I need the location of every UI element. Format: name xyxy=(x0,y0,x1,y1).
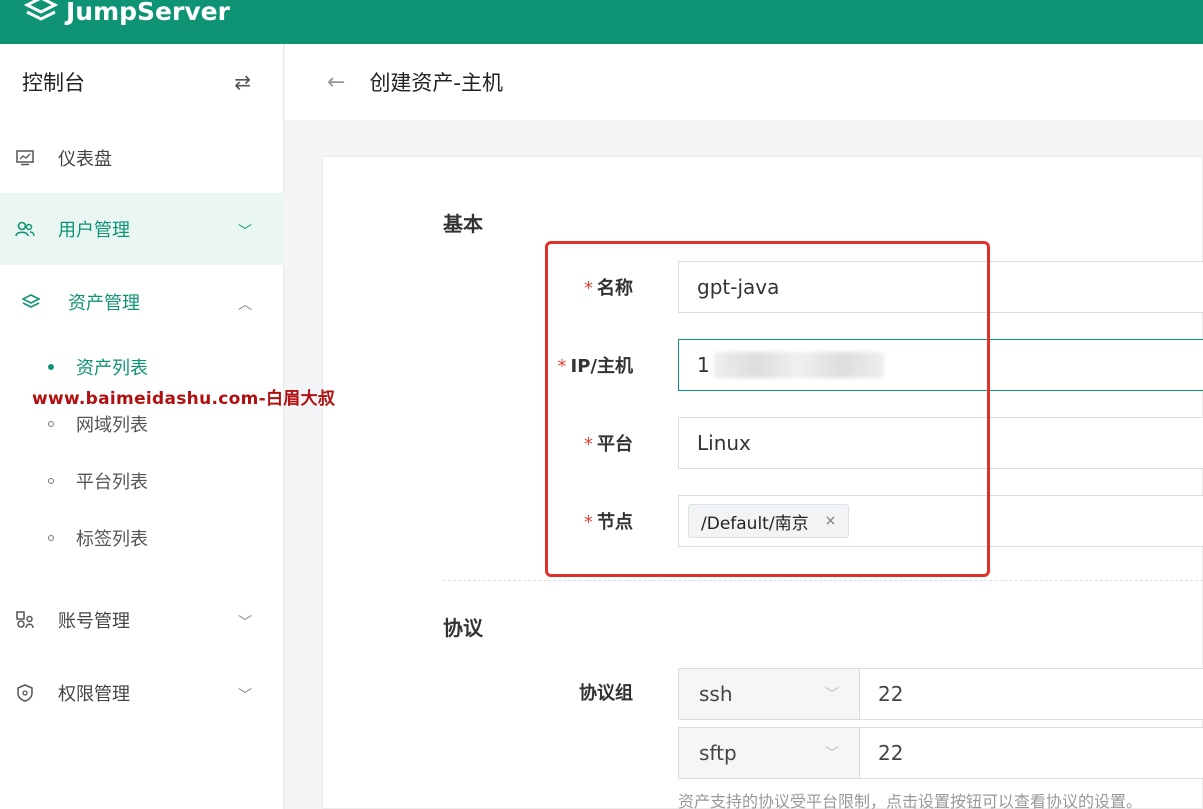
chevron-up-icon: ︿ xyxy=(238,297,252,313)
required-mark: * xyxy=(584,512,593,533)
bullet-icon xyxy=(48,535,54,541)
field-label-name: * 名称 xyxy=(523,274,633,300)
logo[interactable]: JumpServer xyxy=(24,0,230,26)
label-text: 节点 xyxy=(597,512,633,533)
brand-name: JumpServer xyxy=(66,0,230,26)
sidebar-subitem-label: 平台列表 xyxy=(76,472,148,493)
section-divider xyxy=(443,580,1203,581)
sidebar-item-asset-management[interactable]: 资产管理 ︿ xyxy=(0,272,284,332)
field-label-ip: * IP/主机 xyxy=(523,352,633,378)
sidebar-item-label: 仪表盘 xyxy=(58,149,112,170)
sidebar-item-account-management[interactable]: 账号管理 ﹀ xyxy=(0,590,284,650)
required-mark: * xyxy=(584,278,593,299)
tag-close-icon[interactable]: × xyxy=(825,513,837,529)
bullet-icon xyxy=(48,364,54,370)
dashboard-icon xyxy=(14,147,36,169)
sidebar: 控制台 ⇄ 仪表盘 用户管理 ﹀ 资产管理 ︿ 资产列表 网域列表 平台列表 标… xyxy=(0,44,284,809)
protocol-port-input[interactable]: 22 xyxy=(860,727,1203,779)
bullet-icon xyxy=(48,478,54,484)
chevron-down-icon: ﹀ xyxy=(238,224,252,240)
section-title-basic: 基本 xyxy=(443,212,483,236)
required-mark: * xyxy=(584,434,593,455)
label-text: 平台 xyxy=(597,434,633,455)
platform-input[interactable]: Linux xyxy=(678,417,1203,469)
sidebar-subitem-label: 标签列表 xyxy=(76,529,148,550)
bullet-icon xyxy=(48,421,54,427)
chevron-down-icon: ﹀ xyxy=(238,688,252,704)
sidebar-item-label: 账号管理 xyxy=(58,611,130,632)
sidebar-item-permission-management[interactable]: 权限管理 ﹀ xyxy=(0,663,284,723)
sidebar-subitem-label: 资产列表 xyxy=(76,358,148,379)
protocol-select[interactable]: ssh ﹀ xyxy=(678,668,860,720)
chevron-down-icon: ﹀ xyxy=(825,687,839,703)
chevron-down-icon: ﹀ xyxy=(825,746,839,762)
ip-input-value: 1 xyxy=(697,353,710,377)
ip-host-input[interactable]: 1 xyxy=(678,339,1203,391)
protocol-port-input[interactable]: 22 xyxy=(860,668,1203,720)
sidebar-subitem-asset-list[interactable]: 资产列表 xyxy=(48,352,148,382)
node-select[interactable]: /Default/南京 × xyxy=(678,495,1203,547)
account-icon xyxy=(14,609,36,631)
sidebar-subitem-domain-list[interactable]: 网域列表 xyxy=(48,409,148,439)
sidebar-item-label: 权限管理 xyxy=(58,684,130,705)
sidebar-item-label: 资产管理 xyxy=(68,293,140,314)
back-arrow-icon[interactable]: ← xyxy=(327,70,345,95)
watermark: www.baimeidashu.com-白眉大叔 xyxy=(32,389,336,409)
jumpserver-logo-icon xyxy=(24,0,58,26)
protocol-select-value: sftp xyxy=(699,741,737,765)
label-text: IP/主机 xyxy=(570,356,633,377)
sidebar-item-dashboard[interactable]: 仪表盘 xyxy=(0,128,284,188)
node-tag: /Default/南京 × xyxy=(688,504,850,538)
sidebar-item-user-management[interactable]: 用户管理 ﹀ xyxy=(0,193,284,265)
section-title-protocol: 协议 xyxy=(443,616,483,640)
required-mark: * xyxy=(557,356,567,377)
protocol-select-value: ssh xyxy=(699,682,733,706)
top-bar: JumpServer xyxy=(0,0,1203,44)
sidebar-subitem-label-list[interactable]: 标签列表 xyxy=(48,523,148,553)
sidebar-title: 控制台 xyxy=(22,71,85,95)
sidebar-header: 控制台 ⇄ xyxy=(0,44,283,120)
platform-input-value: Linux xyxy=(697,431,751,455)
protocol-select[interactable]: sftp ﹀ xyxy=(678,727,860,779)
node-tag-label: /Default/南京 xyxy=(701,513,809,534)
protocol-port-value: 22 xyxy=(878,682,904,706)
shield-icon xyxy=(14,682,36,704)
sidebar-subitem-label: 网域列表 xyxy=(76,415,148,436)
name-input[interactable]: gpt-java xyxy=(678,261,1203,313)
protocol-row: ssh ﹀ 22 xyxy=(678,668,1203,720)
protocol-row: sftp ﹀ 22 xyxy=(678,727,1203,779)
users-icon xyxy=(14,218,36,240)
protocol-port-value: 22 xyxy=(878,741,904,765)
field-label-node: * 节点 xyxy=(523,508,633,534)
label-text: 名称 xyxy=(597,278,633,299)
field-label-platform: * 平台 xyxy=(523,430,633,456)
sidebar-item-label: 用户管理 xyxy=(58,220,130,241)
sidebar-subitem-platform-list[interactable]: 平台列表 xyxy=(48,466,148,496)
chevron-down-icon: ﹀ xyxy=(238,615,252,631)
redacted-ip-blur xyxy=(713,352,884,378)
switch-view-icon[interactable]: ⇄ xyxy=(234,70,251,94)
page-title: 创建资产-主机 xyxy=(369,71,504,95)
layers-icon xyxy=(20,291,42,313)
field-label-protocol-group: 协议组 xyxy=(579,683,633,704)
protocol-hint: 资产支持的协议受平台限制，点击设置按钮可以查看协议的设置。 xyxy=(678,792,1143,809)
name-input-value: gpt-java xyxy=(697,275,780,299)
page-header: ← 创建资产-主机 xyxy=(285,44,1203,120)
